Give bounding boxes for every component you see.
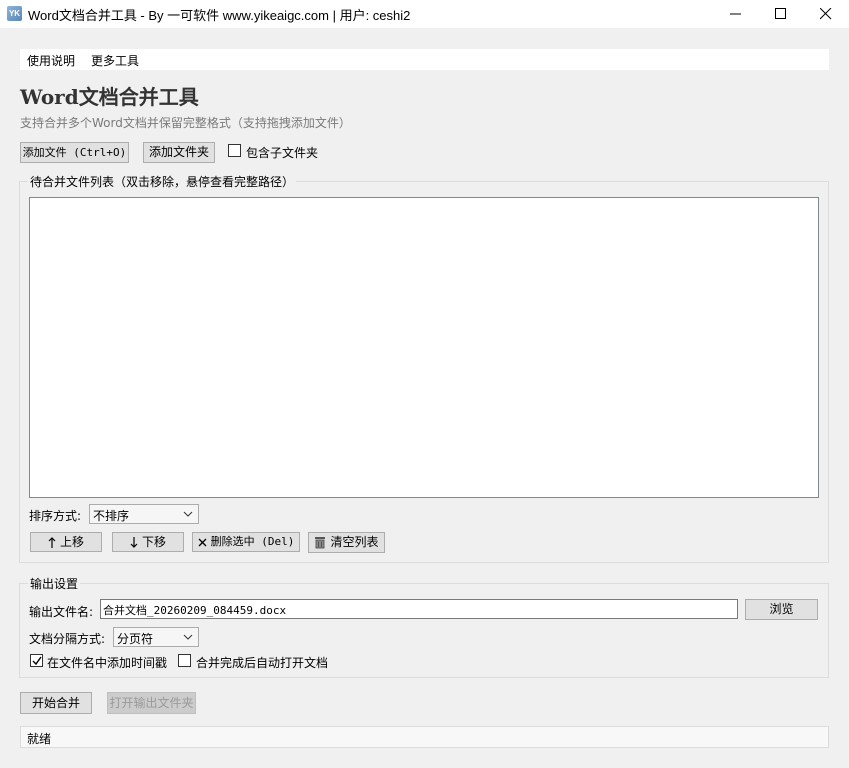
file-list-group-title: 待合并文件列表（双击移除，悬停查看完整路径） (28, 173, 297, 190)
file-listbox[interactable] (29, 197, 819, 498)
start-merge-button[interactable]: 开始合并 (20, 692, 92, 714)
delete-selected-button[interactable]: 删除选中 (Del) (192, 532, 300, 552)
move-down-button[interactable]: 下移 (112, 532, 184, 552)
arrow-up-icon (48, 537, 56, 548)
auto-open-checkbox[interactable] (178, 654, 191, 667)
auto-open-label: 合并完成后自动打开文档 (196, 656, 329, 670)
add-timestamp-label: 在文件名中添加时间戳 (47, 656, 168, 670)
sort-select-value: 不排序 (93, 509, 130, 523)
arrow-down-icon (130, 537, 138, 548)
close-window-button[interactable] (803, 0, 849, 28)
add-folder-button[interactable]: 添加文件夹 (143, 142, 215, 163)
add-files-button[interactable]: 添加文件 (Ctrl+O) (20, 142, 129, 163)
page-subtitle: 支持合并多个Word文档并保留完整格式（支持拖拽添加文件） (20, 116, 351, 130)
sort-select[interactable]: 不排序 (89, 504, 199, 524)
separator-label: 文档分隔方式: (29, 632, 106, 646)
maximize-button[interactable] (758, 0, 804, 28)
status-text: 就绪 (27, 732, 52, 746)
open-output-folder-button[interactable]: 打开输出文件夹 (107, 692, 196, 714)
status-bar: 就绪 (20, 726, 829, 748)
include-subfolders-label: 包含子文件夹 (246, 146, 319, 160)
window-title: Word文档合并工具 - By 一可软件 www.yikeaigc.com | … (28, 8, 411, 23)
chevron-down-icon (183, 511, 193, 517)
menu-bar: 使用说明 更多工具 (20, 49, 829, 70)
output-filename-input[interactable]: 合并文档_20260209_084459.docx (100, 599, 738, 619)
include-subfolders-checkbox[interactable] (228, 144, 241, 157)
separator-select-value: 分页符 (117, 632, 154, 646)
title-bar: YK Word文档合并工具 - By 一可软件 www.yikeaigc.com… (0, 0, 849, 28)
clear-list-label: 清空列表 (330, 535, 379, 549)
separator-select[interactable]: 分页符 (113, 627, 199, 647)
minimize-icon (730, 13, 741, 15)
close-icon (820, 8, 832, 20)
move-down-label: 下移 (141, 535, 166, 549)
menu-item-help[interactable]: 使用说明 (27, 52, 75, 69)
maximize-icon (775, 8, 786, 19)
move-up-label: 上移 (59, 535, 84, 549)
page-title: Word文档合并工具 (20, 85, 199, 109)
browse-button[interactable]: 浏览 (745, 599, 818, 620)
output-settings-title: 输出设置 (28, 575, 81, 592)
clear-list-button[interactable]: 清空列表 (308, 532, 385, 553)
app-logo-icon: YK (7, 6, 22, 21)
move-up-button[interactable]: 上移 (30, 532, 102, 552)
output-filename-value: 合并文档_20260209_084459.docx (103, 604, 287, 617)
close-icon (198, 538, 207, 546)
add-timestamp-checkbox[interactable] (30, 654, 43, 667)
delete-selected-label: 删除选中 (Del) (210, 535, 295, 548)
checkmark-icon (32, 656, 42, 666)
menu-item-more-tools[interactable]: 更多工具 (91, 52, 139, 69)
sort-label: 排序方式: (29, 509, 82, 523)
chevron-down-icon (183, 634, 193, 640)
minimize-button[interactable] (713, 0, 759, 28)
output-filename-label: 输出文件名: (29, 605, 94, 619)
trash-icon (315, 537, 326, 549)
